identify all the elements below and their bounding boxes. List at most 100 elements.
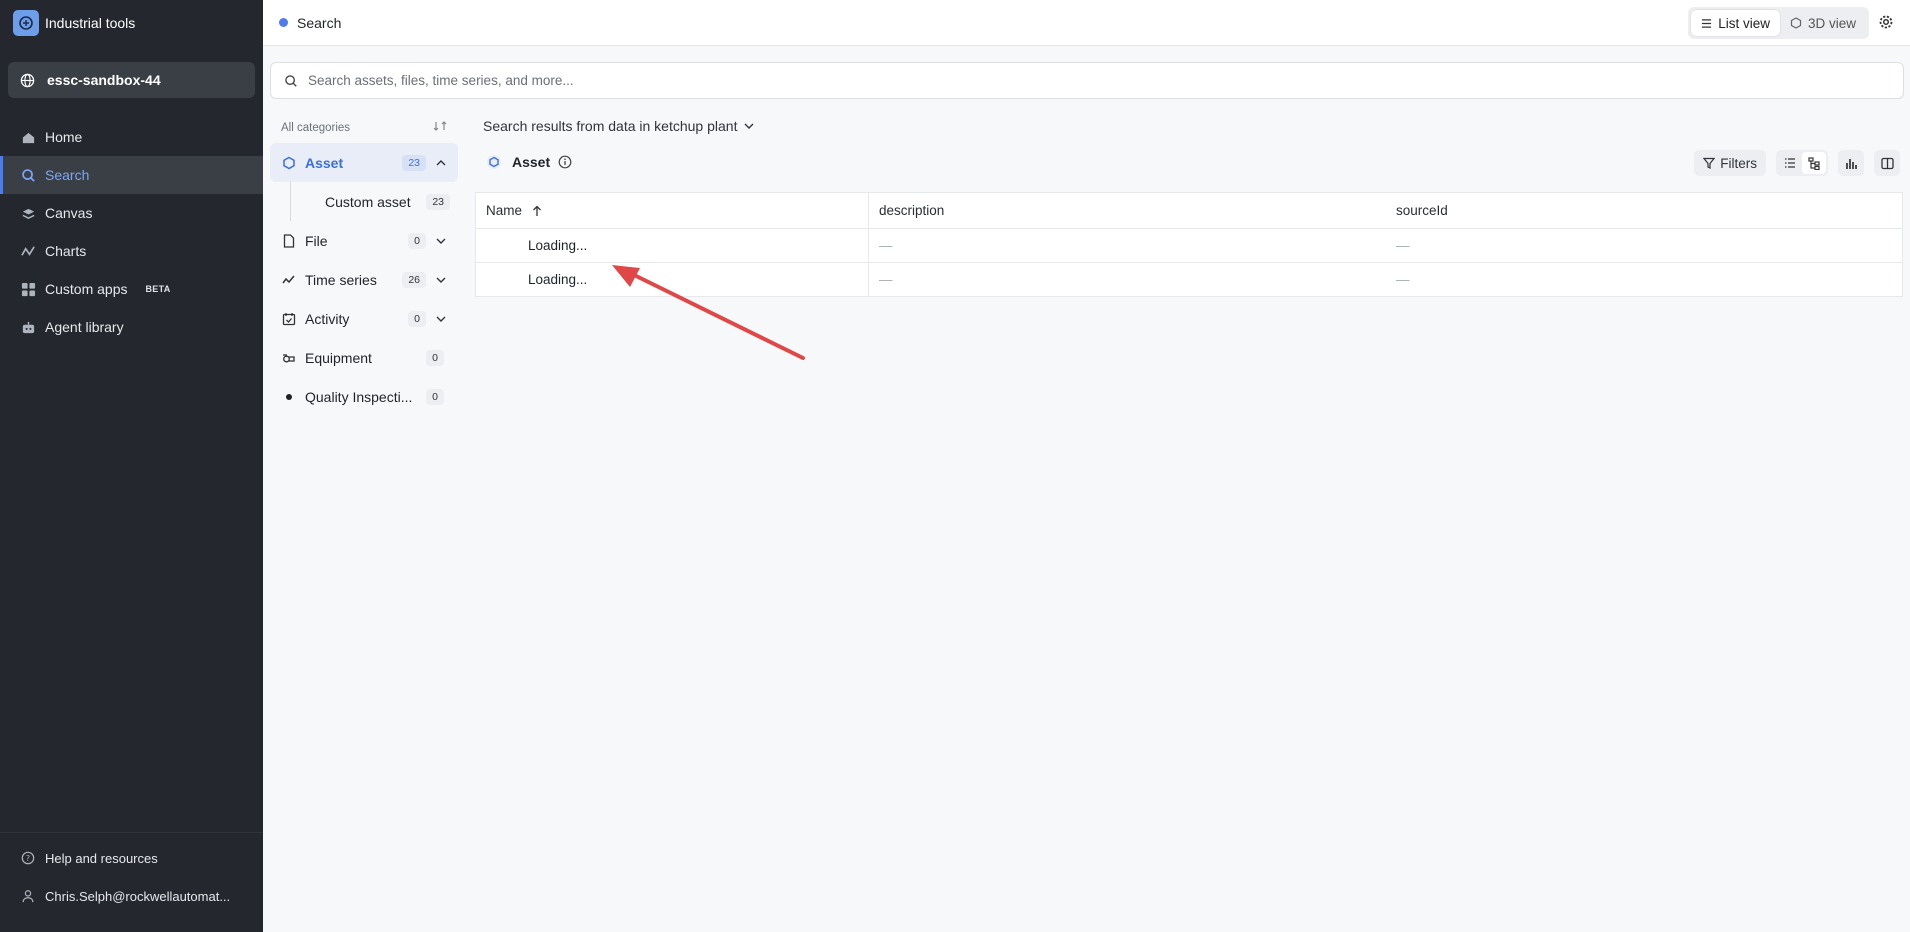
hierarchy-icon	[1807, 156, 1821, 170]
nav-item-canvas[interactable]: Canvas	[0, 194, 263, 232]
nav-item-home[interactable]: Home	[0, 118, 263, 156]
nav-label: Search	[45, 167, 90, 183]
main-nav: Home Search Canvas Charts Custom apps BE…	[0, 118, 263, 346]
app-title: Industrial tools	[45, 14, 136, 31]
count-badge: 23	[426, 193, 450, 210]
list-layout-button[interactable]	[1778, 152, 1802, 174]
category-header-label: All categories	[281, 121, 351, 134]
tree-layout-button[interactable]	[1802, 152, 1826, 174]
timeseries-icon	[281, 274, 297, 286]
search-icon	[20, 168, 36, 183]
category-asset[interactable]: Asset 23	[270, 143, 458, 182]
cell-description: —	[879, 272, 893, 287]
column-header-sourceid[interactable]: sourceId	[1386, 193, 1902, 228]
globe-icon	[20, 73, 35, 88]
chevron-down-icon[interactable]	[434, 238, 448, 244]
count-badge: 26	[402, 271, 426, 288]
cube-icon	[1790, 17, 1802, 29]
3d-view-label: 3D view	[1807, 15, 1856, 31]
table-row[interactable]: Loading... — —	[476, 228, 1902, 262]
chevron-down-icon	[744, 123, 754, 129]
category-label: Time series	[305, 271, 377, 288]
category-file[interactable]: File 0	[270, 221, 458, 260]
section-title: Asset	[512, 154, 551, 170]
tab-status-dot-icon	[279, 18, 288, 27]
asset-icon	[486, 154, 502, 170]
gear-icon[interactable]	[1878, 14, 1894, 30]
nav-item-charts[interactable]: Charts	[0, 232, 263, 270]
category-header: All categories	[270, 112, 458, 143]
search-bar	[270, 62, 1904, 99]
category-activity[interactable]: Activity 0	[270, 299, 458, 338]
svg-text:?: ?	[26, 854, 30, 863]
apps-icon	[20, 282, 36, 297]
table-header: Name description sourceId	[476, 193, 1902, 228]
help-icon: ?	[20, 851, 36, 865]
nav-label: Agent library	[45, 319, 124, 335]
search-icon	[284, 74, 298, 88]
count-badge: 0	[408, 232, 426, 249]
list-icon	[1784, 158, 1796, 168]
category-label: Custom asset	[325, 193, 411, 210]
filters-label: Filters	[1720, 155, 1757, 171]
home-icon	[20, 130, 36, 145]
column-label: description	[879, 203, 945, 218]
category-quality-inspection[interactable]: Quality Inspecti... 0	[270, 377, 458, 416]
nav-item-help[interactable]: ? Help and resources	[0, 839, 263, 877]
project-selector[interactable]: essc-sandbox-44	[8, 62, 255, 98]
layout-toggle	[1776, 150, 1828, 176]
robot-icon	[20, 320, 36, 335]
nav-item-agent-library[interactable]: Agent library	[0, 308, 263, 346]
cell-name: Loading...	[476, 229, 869, 262]
canvas-icon	[20, 206, 36, 221]
chevron-down-icon[interactable]	[434, 316, 448, 322]
column-label: sourceId	[1396, 203, 1448, 218]
search-input[interactable]	[308, 73, 1808, 88]
category-custom-asset[interactable]: Custom asset 23	[290, 182, 458, 221]
column-header-description[interactable]: description	[869, 193, 1386, 228]
nav-item-user[interactable]: Chris.Selph@rockwellautomat...	[0, 877, 263, 915]
nav-item-custom-apps[interactable]: Custom apps BETA	[0, 270, 263, 308]
bar-chart-icon	[1845, 157, 1858, 170]
nav-item-search[interactable]: Search	[0, 156, 263, 194]
3d-view-button[interactable]: 3D view	[1780, 10, 1866, 36]
cell-name: Loading...	[476, 263, 869, 296]
category-time-series[interactable]: Time series 26	[270, 260, 458, 299]
category-label: Equipment	[305, 349, 372, 366]
category-label: File	[305, 232, 328, 249]
nav-label: Home	[45, 129, 83, 145]
category-label: Asset	[305, 154, 344, 171]
chart-view-button[interactable]	[1838, 150, 1864, 176]
chevron-up-icon[interactable]	[434, 159, 448, 166]
filter-icon	[1703, 157, 1716, 169]
table-row[interactable]: Loading... — —	[476, 262, 1902, 296]
results-scope-selector[interactable]: Search results from data in ketchup plan…	[483, 118, 754, 134]
count-badge: 0	[426, 388, 444, 405]
section-header: Asset	[486, 154, 572, 170]
sort-toggle-icon[interactable]	[433, 120, 447, 135]
cell-description: —	[879, 238, 893, 253]
filters-button[interactable]: Filters	[1694, 150, 1766, 176]
file-icon	[281, 233, 297, 248]
charts-icon	[20, 244, 36, 259]
chevron-down-icon[interactable]	[434, 277, 448, 283]
sort-ascending-icon[interactable]	[532, 205, 542, 217]
nav-label: Help and resources	[45, 850, 158, 866]
equipment-icon	[281, 352, 297, 364]
category-equipment[interactable]: Equipment 0	[270, 338, 458, 377]
list-view-button[interactable]: List view	[1691, 10, 1780, 36]
info-icon[interactable]	[558, 155, 572, 169]
project-name: essc-sandbox-44	[47, 72, 161, 88]
split-panel-button[interactable]	[1874, 150, 1900, 176]
app-brand[interactable]: Industrial tools	[0, 0, 263, 45]
nav-label: Custom apps	[45, 281, 128, 297]
tab-search[interactable]: Search	[297, 15, 341, 31]
category-list: All categories Asset 23 Custom asset 23 …	[270, 112, 458, 416]
list-view-label: List view	[1718, 15, 1770, 31]
results-toolbar: Filters	[1694, 150, 1900, 176]
nav-label: Chris.Selph@rockwellautomat...	[45, 888, 231, 904]
list-icon	[1701, 18, 1712, 29]
app-logo-icon	[13, 9, 39, 36]
nav-label: Charts	[45, 243, 87, 259]
column-header-name[interactable]: Name	[476, 193, 869, 228]
